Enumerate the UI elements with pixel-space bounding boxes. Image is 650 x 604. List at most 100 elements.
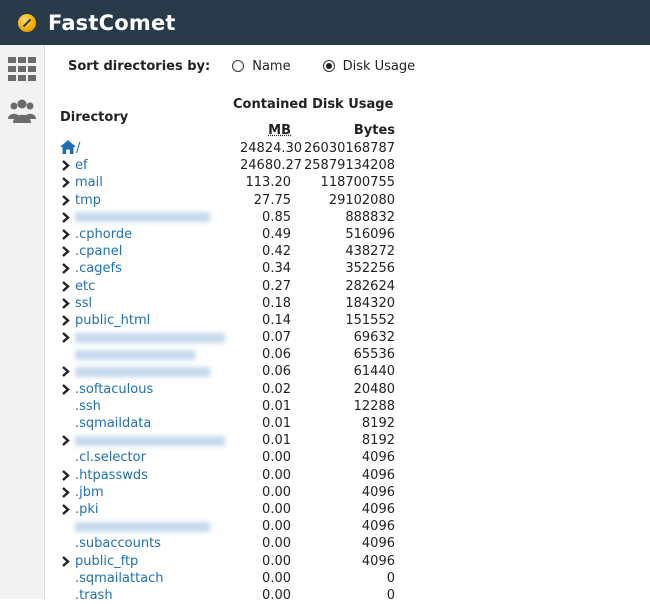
- chevron-right-icon[interactable]: [60, 313, 72, 328]
- table-row: .sqmailattach 0.00 0: [60, 570, 420, 587]
- directory-link[interactable]: [75, 432, 225, 449]
- directory-link[interactable]: [75, 209, 210, 226]
- directory-link[interactable]: .ssh: [75, 398, 101, 415]
- mb-value: 0.00: [262, 553, 291, 569]
- directory-link[interactable]: .pki: [75, 501, 99, 518]
- directory-name: .softaculous: [75, 381, 154, 397]
- directory-link[interactable]: .subaccounts: [75, 535, 161, 552]
- table-row: mail 113.20 118700755: [60, 174, 420, 191]
- directory-link[interactable]: tmp: [75, 192, 101, 209]
- mb-value: 0.06: [262, 364, 291, 380]
- table-row: 0.85 888832: [60, 209, 420, 226]
- bytes-column-header: Bytes: [353, 123, 395, 138]
- directory-name: [75, 521, 210, 532]
- table-row: 0.06 61440: [60, 363, 420, 380]
- directory-name: [75, 349, 195, 360]
- bytes-value: 0: [386, 570, 395, 586]
- mb-value: 0.00: [262, 501, 291, 517]
- bytes-value: 8192: [361, 433, 395, 449]
- sort-by-name-option[interactable]: Name: [232, 59, 291, 74]
- brand-name[interactable]: FastComet: [48, 11, 176, 35]
- mb-value: 0.00: [262, 570, 291, 586]
- directory-link[interactable]: .htpasswds: [75, 467, 148, 484]
- directory-link[interactable]: etc: [75, 278, 95, 295]
- chevron-right-icon[interactable]: [60, 433, 72, 448]
- grid-icon[interactable]: [8, 55, 36, 83]
- directory-link[interactable]: [75, 518, 210, 535]
- chevron-right-icon[interactable]: [60, 210, 72, 225]
- mb-value: 0.00: [262, 484, 291, 500]
- directory-link[interactable]: public_ftp: [75, 553, 138, 570]
- bytes-value: 282624: [345, 278, 395, 294]
- bytes-value: 26030168787: [304, 141, 395, 156]
- table-row: public_html 0.14 151552: [60, 312, 420, 329]
- chevron-right-icon[interactable]: [60, 502, 72, 517]
- table-row: ef 24680.27 25879134208: [60, 157, 420, 174]
- directory-name: .jbm: [75, 484, 104, 500]
- chevron-right-icon[interactable]: [60, 330, 72, 345]
- sort-by-disk-usage-option[interactable]: Disk Usage: [322, 59, 415, 74]
- bytes-value: 65536: [353, 347, 395, 363]
- chevron-right-icon[interactable]: [60, 485, 72, 500]
- directory-link[interactable]: .sqmailattach: [75, 570, 164, 587]
- directory-link[interactable]: [75, 346, 195, 363]
- fastcomet-logo-icon[interactable]: [18, 13, 36, 32]
- users-icon[interactable]: [8, 97, 36, 125]
- directory-link[interactable]: [75, 363, 210, 380]
- chevron-right-icon[interactable]: [60, 554, 72, 569]
- mb-value: 113.20: [245, 175, 292, 191]
- mb-value: 0.14: [262, 312, 291, 328]
- directory-link[interactable]: .softaculous: [75, 381, 153, 398]
- directory-link[interactable]: ef: [75, 157, 88, 174]
- chevron-right-icon[interactable]: [60, 382, 72, 397]
- home-icon: [60, 140, 76, 154]
- directory-link[interactable]: .sqmaildata: [75, 415, 151, 432]
- directory-name: [75, 332, 225, 343]
- chevron-right-icon[interactable]: [60, 227, 72, 242]
- bytes-value: 20480: [353, 381, 395, 397]
- chevron-right-icon[interactable]: [60, 468, 72, 483]
- sort-by-name-radio[interactable]: [232, 60, 245, 72]
- directory-name: .cpanel: [75, 244, 123, 260]
- bytes-value: 4096: [361, 450, 395, 466]
- bytes-value: 0: [386, 587, 395, 603]
- sidebar: [0, 45, 45, 599]
- mb-value: 0.01: [262, 416, 291, 431]
- mb-value: 0.00: [262, 587, 291, 603]
- directory-name: [75, 435, 225, 446]
- chevron-right-icon[interactable]: [60, 364, 72, 379]
- bytes-value: 69632: [353, 330, 395, 346]
- chevron-right-icon[interactable]: [60, 158, 72, 173]
- sort-bar: Sort directories by: Name Disk Usage: [68, 55, 447, 77]
- chevron-right-icon[interactable]: [60, 261, 72, 276]
- directory-column-header: Directory: [60, 110, 129, 125]
- chevron-right-icon[interactable]: [60, 279, 72, 294]
- directory-name: .pki: [75, 501, 99, 517]
- chevron-right-icon[interactable]: [60, 244, 72, 259]
- chevron-right-icon[interactable]: [60, 193, 72, 208]
- sort-label: Sort directories by:: [68, 58, 211, 74]
- table-row: .subaccounts 0.00 4096: [60, 535, 420, 552]
- directory-link[interactable]: .trash: [75, 587, 113, 604]
- bytes-value: 29102080: [328, 192, 395, 208]
- directory-link[interactable]: .cagefs: [75, 260, 122, 277]
- bytes-value: 61440: [353, 364, 395, 380]
- table-row: ssl 0.18 184320: [60, 295, 420, 312]
- directory-name: .ssh: [75, 398, 101, 414]
- chevron-right-icon[interactable]: [60, 175, 72, 190]
- sort-by-disk-usage-radio[interactable]: [322, 60, 335, 72]
- directory-link[interactable]: [75, 329, 225, 346]
- chevron-right-icon[interactable]: [60, 296, 72, 311]
- directory-link[interactable]: .jbm: [75, 484, 104, 501]
- directory-link[interactable]: ssl: [75, 295, 92, 312]
- directory-link[interactable]: .cl.selector: [75, 449, 146, 466]
- root-directory-link[interactable]: /: [60, 140, 80, 157]
- directory-name: .cagefs: [75, 261, 122, 277]
- directory-link[interactable]: mail: [75, 174, 103, 191]
- table-row: .htpasswds 0.00 4096: [60, 467, 420, 484]
- directory-link[interactable]: public_html: [75, 312, 150, 329]
- table-row: etc 0.27 282624: [60, 278, 420, 295]
- directory-name: [75, 366, 210, 377]
- directory-link[interactable]: .cphorde: [75, 226, 132, 243]
- directory-link[interactable]: .cpanel: [75, 243, 122, 260]
